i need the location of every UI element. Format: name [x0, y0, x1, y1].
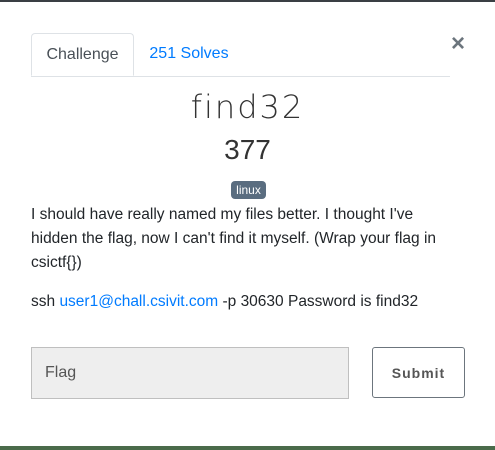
connection-prefix: ssh: [31, 293, 60, 310]
challenge-title: find32: [190, 88, 305, 126]
modal-tabs: Challenge 251 Solves: [31, 33, 450, 77]
challenge-points: 377: [224, 134, 271, 165]
tab-challenge[interactable]: Challenge: [31, 33, 134, 76]
flag-input[interactable]: [31, 347, 349, 399]
connection-suffix: -p 30630 Password is find32: [218, 293, 419, 310]
challenge-tag-badge: linux: [231, 181, 266, 199]
tab-solves[interactable]: 251 Solves: [134, 33, 244, 75]
background-bottom-strip: [0, 446, 495, 450]
close-icon[interactable]: ×: [449, 31, 467, 57]
submit-button[interactable]: Submit: [372, 347, 465, 398]
challenge-description: I should have really named my files bett…: [31, 206, 437, 271]
email-link[interactable]: user1@chall.csivit.com: [59, 293, 218, 310]
connection-info: ssh user1@chall.csivit.com -p 30630 Pass…: [31, 290, 471, 314]
